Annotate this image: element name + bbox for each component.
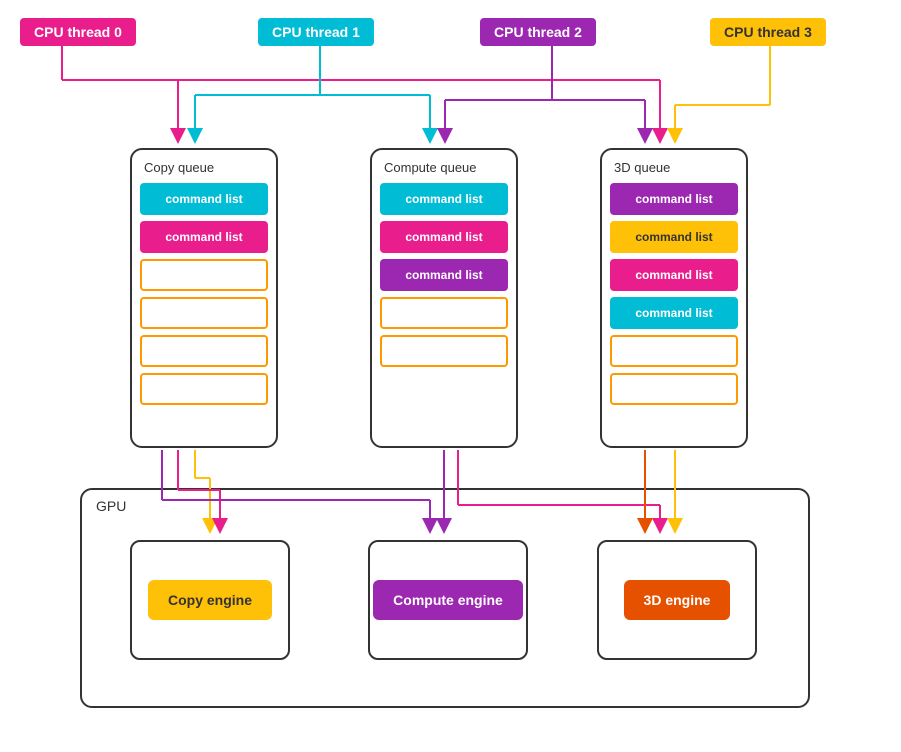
- 3d-queue-label: 3D queue: [610, 160, 738, 175]
- cpu-thread-1: CPU thread 1: [258, 18, 374, 46]
- 3d-queue: 3D queue command list command list comma…: [600, 148, 748, 448]
- cmd-item: command list: [610, 297, 738, 329]
- cpu-thread-2: CPU thread 2: [480, 18, 596, 46]
- cmd-item-empty: [380, 335, 508, 367]
- cmd-item-empty: [610, 335, 738, 367]
- compute-engine-box: Compute engine: [368, 540, 528, 660]
- cmd-item: command list: [380, 259, 508, 291]
- copy-engine-box: Copy engine: [130, 540, 290, 660]
- compute-queue-label: Compute queue: [380, 160, 508, 175]
- cmd-item-empty: [140, 297, 268, 329]
- copy-engine-label: Copy engine: [148, 580, 272, 620]
- copy-queue: Copy queue command list command list: [130, 148, 278, 448]
- 3d-engine-box: 3D engine: [597, 540, 757, 660]
- compute-engine-label: Compute engine: [373, 580, 523, 620]
- cmd-item-empty: [380, 297, 508, 329]
- cmd-item: command list: [380, 183, 508, 215]
- cmd-item: command list: [140, 221, 268, 253]
- copy-queue-label: Copy queue: [140, 160, 268, 175]
- cmd-item-empty: [140, 373, 268, 405]
- cmd-item-empty: [140, 335, 268, 367]
- compute-queue: Compute queue command list command list …: [370, 148, 518, 448]
- cmd-item: command list: [380, 221, 508, 253]
- diagram: CPU thread 0 CPU thread 1 CPU thread 2 C…: [0, 0, 901, 752]
- cmd-item-empty: [610, 373, 738, 405]
- cpu-thread-3: CPU thread 3: [710, 18, 826, 46]
- cmd-item: command list: [610, 183, 738, 215]
- cmd-item: command list: [610, 221, 738, 253]
- cmd-item: command list: [610, 259, 738, 291]
- cmd-item-empty: [140, 259, 268, 291]
- 3d-engine-label: 3D engine: [624, 580, 731, 620]
- gpu-label: GPU: [96, 498, 126, 514]
- cmd-item: command list: [140, 183, 268, 215]
- cpu-thread-0: CPU thread 0: [20, 18, 136, 46]
